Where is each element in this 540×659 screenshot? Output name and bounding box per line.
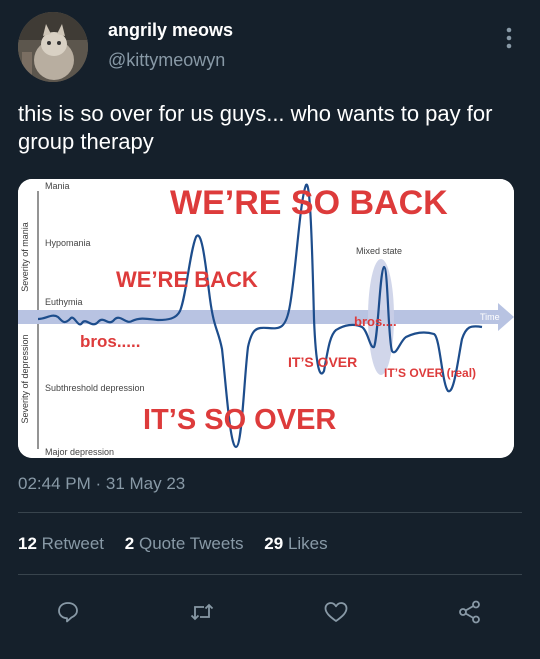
retweet-icon[interactable] [180, 590, 224, 634]
reply-icon[interactable] [46, 590, 90, 634]
divider [18, 574, 522, 575]
level-mania: Mania [45, 181, 70, 191]
caption-its-so-over: IT’S SO OVER [143, 404, 336, 436]
avatar-cat-image [18, 12, 88, 82]
level-subthreshold: Subthreshold depression [45, 383, 145, 393]
mixed-state-label: Mixed state [356, 246, 402, 256]
action-bar [0, 590, 540, 636]
like-count: 29 [264, 534, 284, 553]
level-euthymia: Euthymia [45, 297, 83, 307]
quote-label: Quote Tweets [138, 534, 244, 553]
caption-were-so-back: WE’RE SO BACK [170, 184, 448, 222]
level-major: Major depression [45, 447, 114, 457]
like-label: Likes [287, 534, 328, 553]
caption-were-back: WE’RE BACK [116, 267, 258, 292]
user-handle[interactable]: @kittymeowyn [108, 50, 225, 71]
caption-its-over-real: IT’S OVER (real) [384, 366, 476, 380]
axis-label-mania: Severity of mania [20, 222, 30, 292]
axis-label-depression: Severity of depression [20, 334, 30, 423]
caption-bros-1: bros..... [80, 332, 140, 351]
retweet-count: 12 [18, 534, 37, 553]
caption-its-over: IT’S OVER [288, 354, 357, 370]
retweet-stat[interactable]: 12 Retweet [18, 534, 104, 553]
quote-stat[interactable]: 2 Quote Tweets [125, 534, 244, 553]
time-axis [18, 310, 498, 324]
divider [18, 512, 522, 513]
avatar[interactable] [18, 12, 88, 82]
more-icon[interactable] [498, 24, 520, 52]
caption-bros-2: bros.... [354, 314, 397, 329]
like-icon[interactable] [314, 590, 358, 634]
tweet-text: this is so over for us guys... who wants… [18, 101, 493, 154]
display-name[interactable]: angrily meows [108, 20, 233, 41]
tweet-stats: 12 Retweet 2 Quote Tweets 29 Likes [18, 534, 344, 554]
share-icon[interactable] [448, 590, 492, 634]
retweet-label: Retweet [41, 534, 105, 553]
like-stat[interactable]: 29 Likes [264, 534, 327, 553]
tweet-timestamp[interactable]: 02:44 PM · 31 May 23 [18, 474, 185, 494]
tweet-image[interactable]: Severity of mania Severity of depression… [18, 179, 514, 458]
time-label: Time [480, 312, 500, 322]
quote-count: 2 [124, 534, 135, 553]
meme-graph: Severity of mania Severity of depression… [18, 179, 514, 458]
level-hypomania: Hypomania [45, 238, 91, 248]
